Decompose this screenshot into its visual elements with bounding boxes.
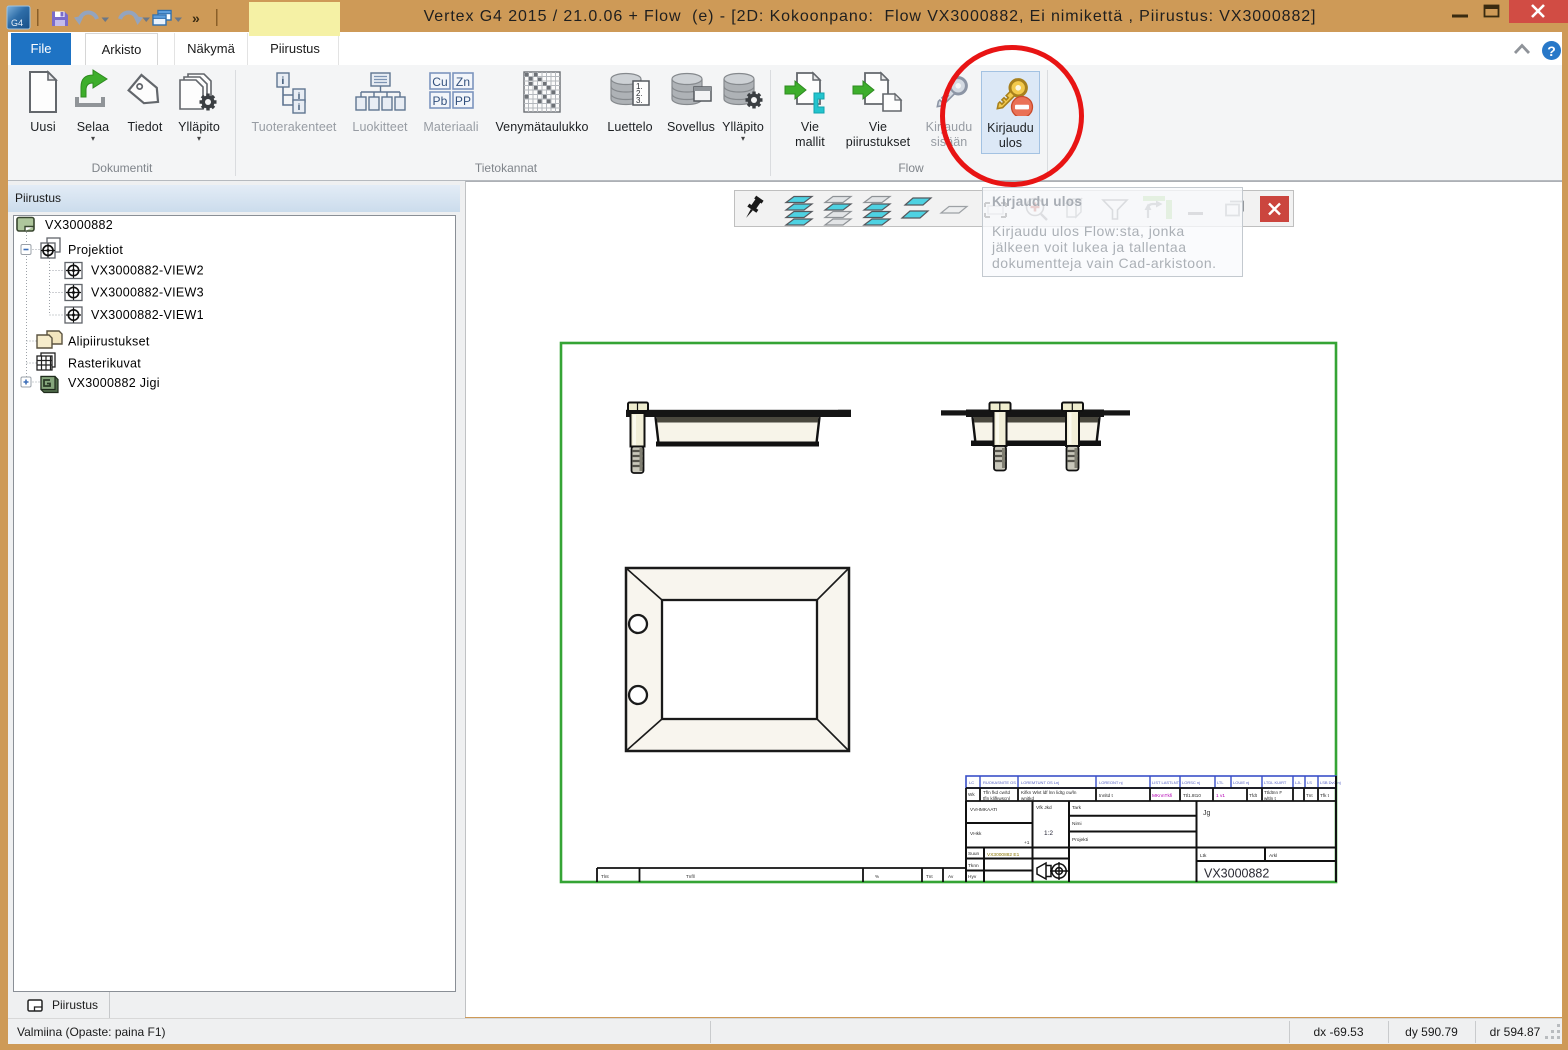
svg-text:RUOKASNITE OS: RUOKASNITE OS bbox=[983, 780, 1016, 785]
svg-text:LOREMTUNT OS Lnj: LOREMTUNT OS Lnj bbox=[1021, 780, 1059, 785]
svg-text:Tlnt: Tlnt bbox=[601, 874, 609, 879]
svg-text:Tnfll: Tnfll bbox=[686, 874, 695, 879]
svg-text:VX3000882: VX3000882 bbox=[45, 218, 113, 232]
svg-text:MKnnTkfi: MKnnTkfi bbox=[1152, 793, 1172, 799]
svg-text:Av: Av bbox=[948, 874, 954, 879]
svg-text:LC: LC bbox=[969, 780, 974, 785]
svg-text:Projekti: Projekti bbox=[1072, 837, 1088, 843]
svg-text:Tnt: Tnt bbox=[926, 874, 933, 879]
svg-text:LTDL KUIRT: LTDL KUIRT bbox=[1264, 780, 1287, 785]
svg-text:LIST LASTLNT: LIST LASTLNT bbox=[1152, 780, 1180, 785]
svg-text:1:2: 1:2 bbox=[1044, 830, 1053, 837]
svg-text:Nimi: Nimi bbox=[1072, 821, 1082, 827]
svg-text:VX3000882 E1: VX3000882 E1 bbox=[987, 852, 1020, 858]
svg-text:Wk: Wk bbox=[968, 792, 975, 797]
svg-text:Ttl1.8t10: Ttl1.8t10 bbox=[1183, 793, 1201, 798]
svg-text:Jg: Jg bbox=[1203, 810, 1211, 817]
svg-text:Ltk: Ltk bbox=[1200, 853, 1207, 859]
svg-text:VX3000882-VIEW2: VX3000882-VIEW2 bbox=[91, 264, 204, 278]
svg-text:Ttldtnn F: Ttldtnn F bbox=[1264, 790, 1282, 795]
svg-text:VX3000882-VIEW3: VX3000882-VIEW3 bbox=[91, 286, 204, 300]
svg-text:Tknn: Tknn bbox=[968, 863, 979, 869]
svg-text:1 v1: 1 v1 bbox=[1216, 793, 1225, 799]
svg-text:»: » bbox=[192, 10, 200, 26]
svg-text:Pb: Pb bbox=[433, 94, 448, 108]
svg-text:Suun: Suun bbox=[968, 851, 980, 857]
svg-text:G4: G4 bbox=[11, 18, 23, 28]
svg-text:LJL: LJL bbox=[1295, 780, 1302, 785]
svg-text:tnnltd t: tnnltd t bbox=[1099, 793, 1114, 798]
svg-text:LOREONT nj: LOREONT nj bbox=[1099, 780, 1123, 785]
svg-text:Rasterikuvat: Rasterikuvat bbox=[68, 357, 141, 371]
svg-text:VX3000882-VIEW1: VX3000882-VIEW1 bbox=[91, 308, 204, 322]
svg-text:PP: PP bbox=[455, 94, 471, 108]
svg-text:?: ? bbox=[1547, 43, 1556, 59]
svg-text:Kifkn Wlvt ldf lnn lidtg cw/ln: Kifkn Wlvt ldf lnn lidtg cw/ln bbox=[1021, 790, 1077, 795]
svg-text:Arkl: Arkl bbox=[1269, 853, 1277, 859]
svg-text:i: i bbox=[298, 102, 301, 112]
svg-text:LORSC nj: LORSC nj bbox=[1182, 780, 1200, 785]
svg-text:Zn: Zn bbox=[456, 75, 470, 89]
svg-text:wltln t: wltln t bbox=[1264, 796, 1276, 801]
svg-text:wnjtkd: wnjtkd bbox=[1021, 796, 1034, 801]
svg-text:Cu: Cu bbox=[432, 75, 448, 89]
svg-text:+1: +1 bbox=[1024, 840, 1030, 846]
svg-text:Tark: Tark bbox=[1072, 805, 1082, 811]
svg-text:Tfdt: Tfdt bbox=[1249, 793, 1258, 798]
svg-text:Vfk Jkd: Vfk Jkd bbox=[1036, 805, 1052, 811]
svg-text:Tnt: Tnt bbox=[1306, 793, 1313, 798]
svg-text:VX3000882 Jigi: VX3000882 Jigi bbox=[68, 376, 160, 390]
svg-text:%: % bbox=[875, 874, 879, 879]
svg-text:LSB DvC nj: LSB DvC nj bbox=[1320, 780, 1341, 785]
svg-text:VVHMKAATI: VVHMKAATI bbox=[970, 807, 997, 813]
svg-text:VHkk: VHkk bbox=[970, 831, 982, 837]
svg-text:Tfk t: Tfk t bbox=[1320, 793, 1330, 798]
svg-text:VX3000882: VX3000882 bbox=[1204, 867, 1269, 881]
svg-text:Alipiirustukset: Alipiirustukset bbox=[68, 335, 150, 349]
svg-text:Projektiot: Projektiot bbox=[68, 243, 123, 257]
svg-text:3.: 3. bbox=[636, 96, 643, 105]
svg-text:LOUIE nj: LOUIE nj bbox=[1233, 780, 1249, 785]
svg-text:Hyv: Hyv bbox=[968, 874, 977, 880]
svg-text:Tfln fkd cw/td: Tfln fkd cw/td bbox=[983, 790, 1011, 795]
svg-text:LTL: LTL bbox=[1217, 780, 1224, 785]
svg-text:LS: LS bbox=[1307, 780, 1312, 785]
svg-text:tfln klifkwscnl: tfln klifkwscnl bbox=[983, 796, 1010, 801]
svg-text:i: i bbox=[282, 76, 285, 87]
